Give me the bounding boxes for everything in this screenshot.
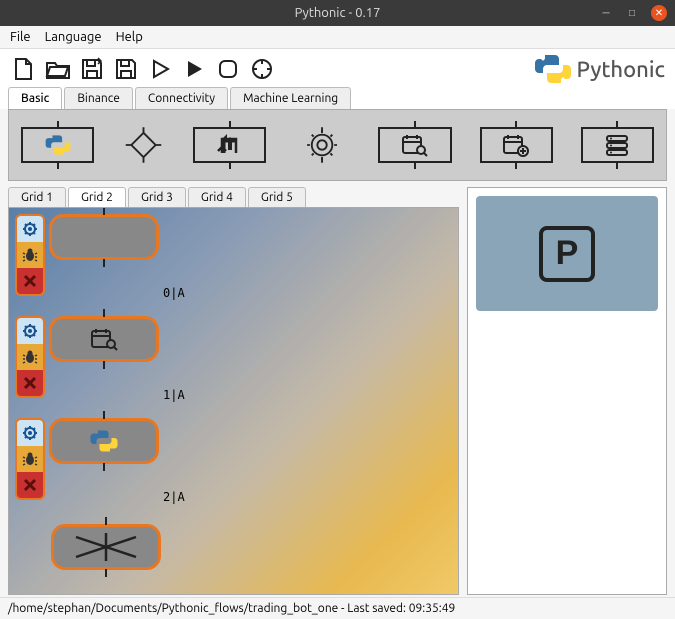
- node-controls: [15, 316, 45, 398]
- menubar: File Language Help: [0, 26, 675, 49]
- logo-text: Pythonic: [577, 57, 665, 82]
- status-text: /home/stephan/Documents/Pythonic_flows/t…: [8, 602, 455, 615]
- palette-branch[interactable]: [122, 122, 165, 168]
- grid-canvas[interactable]: 0|A 1|A 2|A: [8, 207, 459, 595]
- node-2[interactable]: [15, 418, 159, 500]
- grid-area: Grid 1Grid 2Grid 3Grid 4Grid 5 0|A 1|A 2|A: [8, 187, 459, 595]
- node-1[interactable]: [15, 316, 159, 398]
- node-config-button[interactable]: [17, 420, 43, 446]
- main-tab-binance[interactable]: Binance: [64, 87, 133, 109]
- node-config-button[interactable]: [17, 216, 43, 242]
- python-icon: [535, 53, 571, 85]
- node-body[interactable]: [51, 524, 161, 570]
- node-body[interactable]: [49, 214, 159, 260]
- preview-letter: P: [539, 226, 595, 282]
- run-debug-button[interactable]: [146, 55, 174, 83]
- maximize-button[interactable]: □: [625, 6, 639, 20]
- grid-tab-grid-3[interactable]: Grid 3: [128, 187, 186, 207]
- palette-scheduler-search[interactable]: [378, 127, 451, 163]
- save-button[interactable]: [112, 55, 140, 83]
- node-body[interactable]: [49, 316, 159, 362]
- toolbar: [10, 55, 276, 83]
- grid-tab-grid-1[interactable]: Grid 1: [8, 187, 66, 207]
- main-tab-basic[interactable]: Basic: [8, 87, 62, 109]
- logo: Pythonic: [535, 53, 665, 85]
- element-preview[interactable]: P: [476, 196, 658, 311]
- palette-scheduler-plus[interactable]: [480, 127, 553, 163]
- node-delete-button[interactable]: [17, 472, 43, 498]
- node-3[interactable]: [51, 524, 161, 570]
- menu-language[interactable]: Language: [45, 30, 102, 44]
- palette-return[interactable]: [193, 127, 266, 163]
- palette-stack[interactable]: [581, 127, 654, 163]
- palette-gear[interactable]: [294, 122, 350, 168]
- run-button[interactable]: [180, 55, 208, 83]
- menu-help[interactable]: Help: [116, 30, 143, 44]
- save-as-button[interactable]: [78, 55, 106, 83]
- node-debug-button[interactable]: [17, 446, 43, 472]
- main-tab-connectivity[interactable]: Connectivity: [135, 87, 228, 109]
- node-config-button[interactable]: [17, 318, 43, 344]
- stop-button[interactable]: [214, 55, 242, 83]
- node-controls: [15, 214, 45, 296]
- titlebar: Pythonic - 0.17 ─ □ ✕: [0, 0, 675, 26]
- statusbar: /home/stephan/Documents/Pythonic_flows/t…: [0, 597, 675, 619]
- toolbar-row: Pythonic: [0, 49, 675, 87]
- close-button[interactable]: ✕: [651, 5, 667, 21]
- workspace: Grid 1Grid 2Grid 3Grid 4Grid 5 0|A 1|A 2|A…: [0, 181, 675, 597]
- side-panel: P: [467, 187, 667, 595]
- node-label: 2|A: [163, 490, 185, 504]
- grid-tabs: Grid 1Grid 2Grid 3Grid 4Grid 5: [8, 187, 459, 207]
- grid-tab-grid-4[interactable]: Grid 4: [188, 187, 246, 207]
- main-tab-machine-learning[interactable]: Machine Learning: [230, 87, 351, 109]
- node-label: 1|A: [163, 388, 185, 402]
- open-file-button[interactable]: [44, 55, 72, 83]
- node-debug-button[interactable]: [17, 242, 43, 268]
- node-delete-button[interactable]: [17, 268, 43, 294]
- node-debug-button[interactable]: [17, 344, 43, 370]
- node-controls: [15, 418, 45, 500]
- menu-file[interactable]: File: [10, 30, 31, 44]
- element-palette: [8, 109, 667, 181]
- node-delete-button[interactable]: [17, 370, 43, 396]
- node-label: 0|A: [163, 286, 185, 300]
- grid-tab-grid-2[interactable]: Grid 2: [68, 187, 126, 207]
- node-0[interactable]: [15, 214, 159, 296]
- new-file-button[interactable]: [10, 55, 38, 83]
- minimize-button[interactable]: ─: [599, 6, 613, 20]
- node-body[interactable]: [49, 418, 159, 464]
- grid-tab-grid-5[interactable]: Grid 5: [248, 187, 306, 207]
- kill-button[interactable]: [248, 55, 276, 83]
- main-tabs: BasicBinanceConnectivityMachine Learning: [0, 87, 675, 109]
- window-title: Pythonic - 0.17: [295, 6, 381, 20]
- palette-python[interactable]: [21, 127, 94, 163]
